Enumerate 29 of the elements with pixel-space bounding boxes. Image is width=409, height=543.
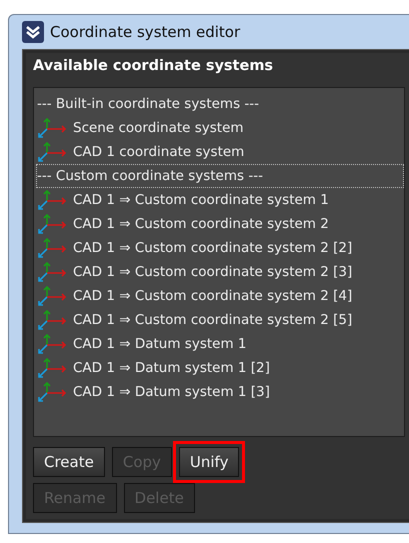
group-header[interactable]: --- Built-in coordinate systems --- [36, 92, 404, 116]
list-item[interactable]: CAD 1 ⇒ Custom coordinate system 2 [2] [36, 236, 404, 260]
axes-icon [37, 309, 69, 331]
axes-icon [37, 213, 69, 235]
axes-icon [37, 237, 69, 259]
list-item[interactable]: CAD 1 ⇒ Custom coordinate system 1 [36, 188, 404, 212]
axes-icon [37, 141, 69, 163]
action-button[interactable]: Create [33, 447, 105, 477]
axes-icon [37, 285, 69, 307]
action-button[interactable]: Unify [178, 447, 240, 477]
list-item[interactable]: CAD 1 ⇒ Custom coordinate system 2 [4] [36, 284, 404, 308]
list-item[interactable]: CAD 1 ⇒ Custom coordinate system 2 [3] [36, 260, 404, 284]
app-logo-icon [22, 21, 44, 43]
axes-icon [37, 189, 69, 211]
list-item[interactable]: CAD 1 ⇒ Custom coordinate system 2 [5] [36, 308, 404, 332]
group-header[interactable]: --- Custom coordinate systems --- [36, 164, 404, 188]
panel-title: Available coordinate systems [33, 58, 274, 74]
axes-icon [37, 357, 69, 379]
list-item[interactable]: CAD 1 coordinate system [36, 140, 404, 164]
list-item[interactable]: CAD 1 ⇒ Datum system 1 [2] [36, 356, 404, 380]
list-item[interactable]: CAD 1 ⇒ Datum system 1 [36, 332, 404, 356]
axes-icon [37, 333, 69, 355]
list-item[interactable]: Scene coordinate system [36, 116, 404, 140]
axes-icon [37, 117, 69, 139]
axes-icon [37, 381, 69, 403]
window-title: Coordinate system editor [50, 23, 240, 41]
axes-icon [37, 261, 69, 283]
list-item[interactable]: CAD 1 ⇒ Custom coordinate system 2 [36, 212, 404, 236]
list-item[interactable]: CAD 1 ⇒ Datum system 1 [3] [36, 380, 404, 404]
